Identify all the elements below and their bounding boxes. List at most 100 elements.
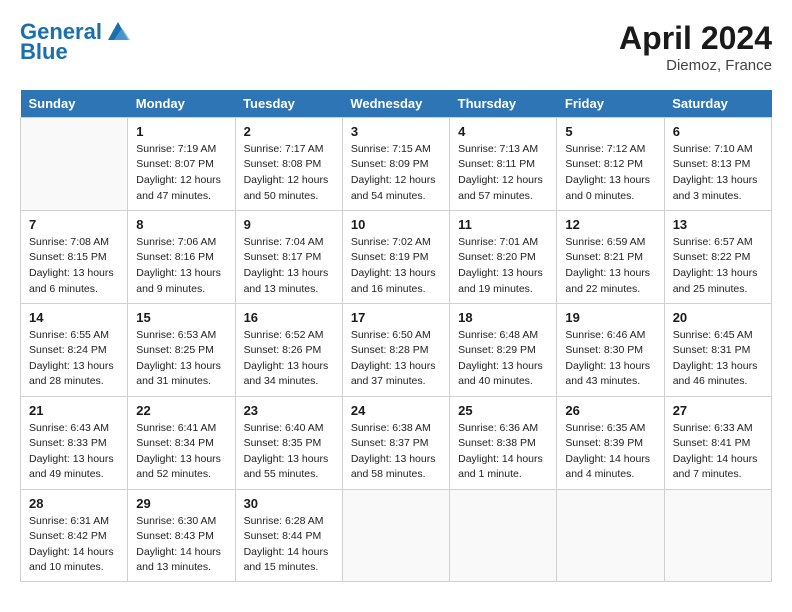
daylight-minutes: and 9 minutes. (136, 282, 226, 297)
calendar-cell: 3 Sunrise: 7:15 AMSunset: 8:09 PMDaylight… (342, 118, 449, 211)
daylight-minutes: and 31 minutes. (136, 374, 226, 389)
daylight-text: Daylight: 13 hours (673, 359, 763, 374)
day-details: Sunrise: 6:28 AMSunset: 8:44 PMDaylight:… (244, 514, 334, 576)
daylight-minutes: and 49 minutes. (29, 467, 119, 482)
day-details: Sunrise: 7:19 AMSunset: 8:07 PMDaylight:… (136, 142, 226, 204)
daylight-minutes: and 25 minutes. (673, 282, 763, 297)
daylight-minutes: and 57 minutes. (458, 189, 548, 204)
daylight-text: Daylight: 13 hours (565, 359, 655, 374)
day-details: Sunrise: 6:40 AMSunset: 8:35 PMDaylight:… (244, 421, 334, 483)
day-details: Sunrise: 7:13 AMSunset: 8:11 PMDaylight:… (458, 142, 548, 204)
sunrise-text: Sunrise: 7:17 AM (244, 142, 334, 157)
title-block: April 2024 Diemoz, France (619, 20, 772, 74)
sunrise-text: Sunrise: 6:38 AM (351, 421, 441, 436)
calendar-cell: 28 Sunrise: 6:31 AMSunset: 8:42 PMDayligh… (21, 489, 128, 582)
sunrise-text: Sunrise: 7:01 AM (458, 235, 548, 250)
sunset-text: Sunset: 8:21 PM (565, 250, 655, 265)
day-details: Sunrise: 7:15 AMSunset: 8:09 PMDaylight:… (351, 142, 441, 204)
day-details: Sunrise: 6:33 AMSunset: 8:41 PMDaylight:… (673, 421, 763, 483)
calendar-cell: 7Sunrise: 7:08 AMSunset: 8:15 PMDaylight… (21, 210, 128, 303)
column-header-thursday: Thursday (450, 90, 557, 118)
column-header-friday: Friday (557, 90, 664, 118)
calendar-cell: 18Sunrise: 6:48 AMSunset: 8:29 PMDayligh… (450, 303, 557, 396)
day-details: Sunrise: 6:41 AMSunset: 8:34 PMDaylight:… (136, 421, 226, 483)
sunrise-text: Sunrise: 6:59 AM (565, 235, 655, 250)
day-number: 28 (29, 496, 119, 511)
daylight-text: Daylight: 13 hours (244, 359, 334, 374)
calendar-cell: 13Sunrise: 6:57 AMSunset: 8:22 PMDayligh… (664, 210, 771, 303)
location: Diemoz, France (619, 57, 772, 74)
calendar-cell (21, 118, 128, 211)
sunrise-text: Sunrise: 6:30 AM (136, 514, 226, 529)
sunset-text: Sunset: 8:07 PM (136, 157, 226, 172)
day-details: Sunrise: 6:50 AMSunset: 8:28 PMDaylight:… (351, 328, 441, 390)
sunrise-text: Sunrise: 7:15 AM (351, 142, 441, 157)
page-header: General Blue April 2024 Diemoz, France (20, 20, 772, 74)
sunrise-text: Sunrise: 6:46 AM (565, 328, 655, 343)
daylight-text: Daylight: 14 hours (136, 545, 226, 560)
daylight-text: Daylight: 13 hours (673, 173, 763, 188)
sunset-text: Sunset: 8:37 PM (351, 436, 441, 451)
day-details: Sunrise: 6:55 AMSunset: 8:24 PMDaylight:… (29, 328, 119, 390)
day-details: Sunrise: 6:31 AMSunset: 8:42 PMDaylight:… (29, 514, 119, 576)
sunset-text: Sunset: 8:41 PM (673, 436, 763, 451)
sunset-text: Sunset: 8:11 PM (458, 157, 548, 172)
day-number: 3 (351, 124, 441, 139)
sunset-text: Sunset: 8:09 PM (351, 157, 441, 172)
sunset-text: Sunset: 8:26 PM (244, 343, 334, 358)
daylight-minutes: and 22 minutes. (565, 282, 655, 297)
day-number: 13 (673, 217, 763, 232)
sunrise-text: Sunrise: 6:45 AM (673, 328, 763, 343)
column-header-monday: Monday (128, 90, 235, 118)
daylight-text: Daylight: 12 hours (136, 173, 226, 188)
column-header-sunday: Sunday (21, 90, 128, 118)
logo: General Blue (20, 20, 132, 64)
calendar-cell (664, 489, 771, 582)
sunrise-text: Sunrise: 7:08 AM (29, 235, 119, 250)
calendar-cell (557, 489, 664, 582)
daylight-minutes: and 46 minutes. (673, 374, 763, 389)
daylight-text: Daylight: 13 hours (29, 266, 119, 281)
day-number: 18 (458, 310, 548, 325)
day-details: Sunrise: 6:59 AMSunset: 8:21 PMDaylight:… (565, 235, 655, 297)
daylight-minutes: and 16 minutes. (351, 282, 441, 297)
day-details: Sunrise: 6:53 AMSunset: 8:25 PMDaylight:… (136, 328, 226, 390)
day-details: Sunrise: 6:30 AMSunset: 8:43 PMDaylight:… (136, 514, 226, 576)
daylight-text: Daylight: 12 hours (458, 173, 548, 188)
sunrise-text: Sunrise: 6:28 AM (244, 514, 334, 529)
day-number: 2 (244, 124, 334, 139)
daylight-text: Daylight: 13 hours (673, 266, 763, 281)
calendar-cell: 27Sunrise: 6:33 AMSunset: 8:41 PMDayligh… (664, 396, 771, 489)
calendar-cell: 14Sunrise: 6:55 AMSunset: 8:24 PMDayligh… (21, 303, 128, 396)
sunrise-text: Sunrise: 7:06 AM (136, 235, 226, 250)
calendar-cell: 15Sunrise: 6:53 AMSunset: 8:25 PMDayligh… (128, 303, 235, 396)
calendar-cell: 6Sunrise: 7:10 AMSunset: 8:13 PMDaylight… (664, 118, 771, 211)
daylight-minutes: and 34 minutes. (244, 374, 334, 389)
calendar-cell: 4Sunrise: 7:13 AMSunset: 8:11 PMDaylight… (450, 118, 557, 211)
day-number: 16 (244, 310, 334, 325)
day-details: Sunrise: 7:06 AMSunset: 8:16 PMDaylight:… (136, 235, 226, 297)
daylight-text: Daylight: 13 hours (29, 452, 119, 467)
sunrise-text: Sunrise: 6:52 AM (244, 328, 334, 343)
sunset-text: Sunset: 8:39 PM (565, 436, 655, 451)
daylight-text: Daylight: 13 hours (351, 452, 441, 467)
sunset-text: Sunset: 8:17 PM (244, 250, 334, 265)
day-number: 1 (136, 124, 226, 139)
day-number: 9 (244, 217, 334, 232)
daylight-minutes: and 0 minutes. (565, 189, 655, 204)
daylight-text: Daylight: 13 hours (244, 266, 334, 281)
calendar-cell: 17 Sunrise: 6:50 AMSunset: 8:28 PMDayligh… (342, 303, 449, 396)
daylight-minutes: and 54 minutes. (351, 189, 441, 204)
day-number: 19 (565, 310, 655, 325)
day-number: 7 (29, 217, 119, 232)
day-number: 8 (136, 217, 226, 232)
daylight-minutes: and 40 minutes. (458, 374, 548, 389)
calendar-cell: 12Sunrise: 6:59 AMSunset: 8:21 PMDayligh… (557, 210, 664, 303)
sunrise-text: Sunrise: 6:35 AM (565, 421, 655, 436)
day-number: 17 (351, 310, 441, 325)
sunset-text: Sunset: 8:13 PM (673, 157, 763, 172)
sunset-text: Sunset: 8:24 PM (29, 343, 119, 358)
calendar-cell: 5Sunrise: 7:12 AMSunset: 8:12 PMDaylight… (557, 118, 664, 211)
daylight-text: Daylight: 14 hours (29, 545, 119, 560)
day-number: 22 (136, 403, 226, 418)
